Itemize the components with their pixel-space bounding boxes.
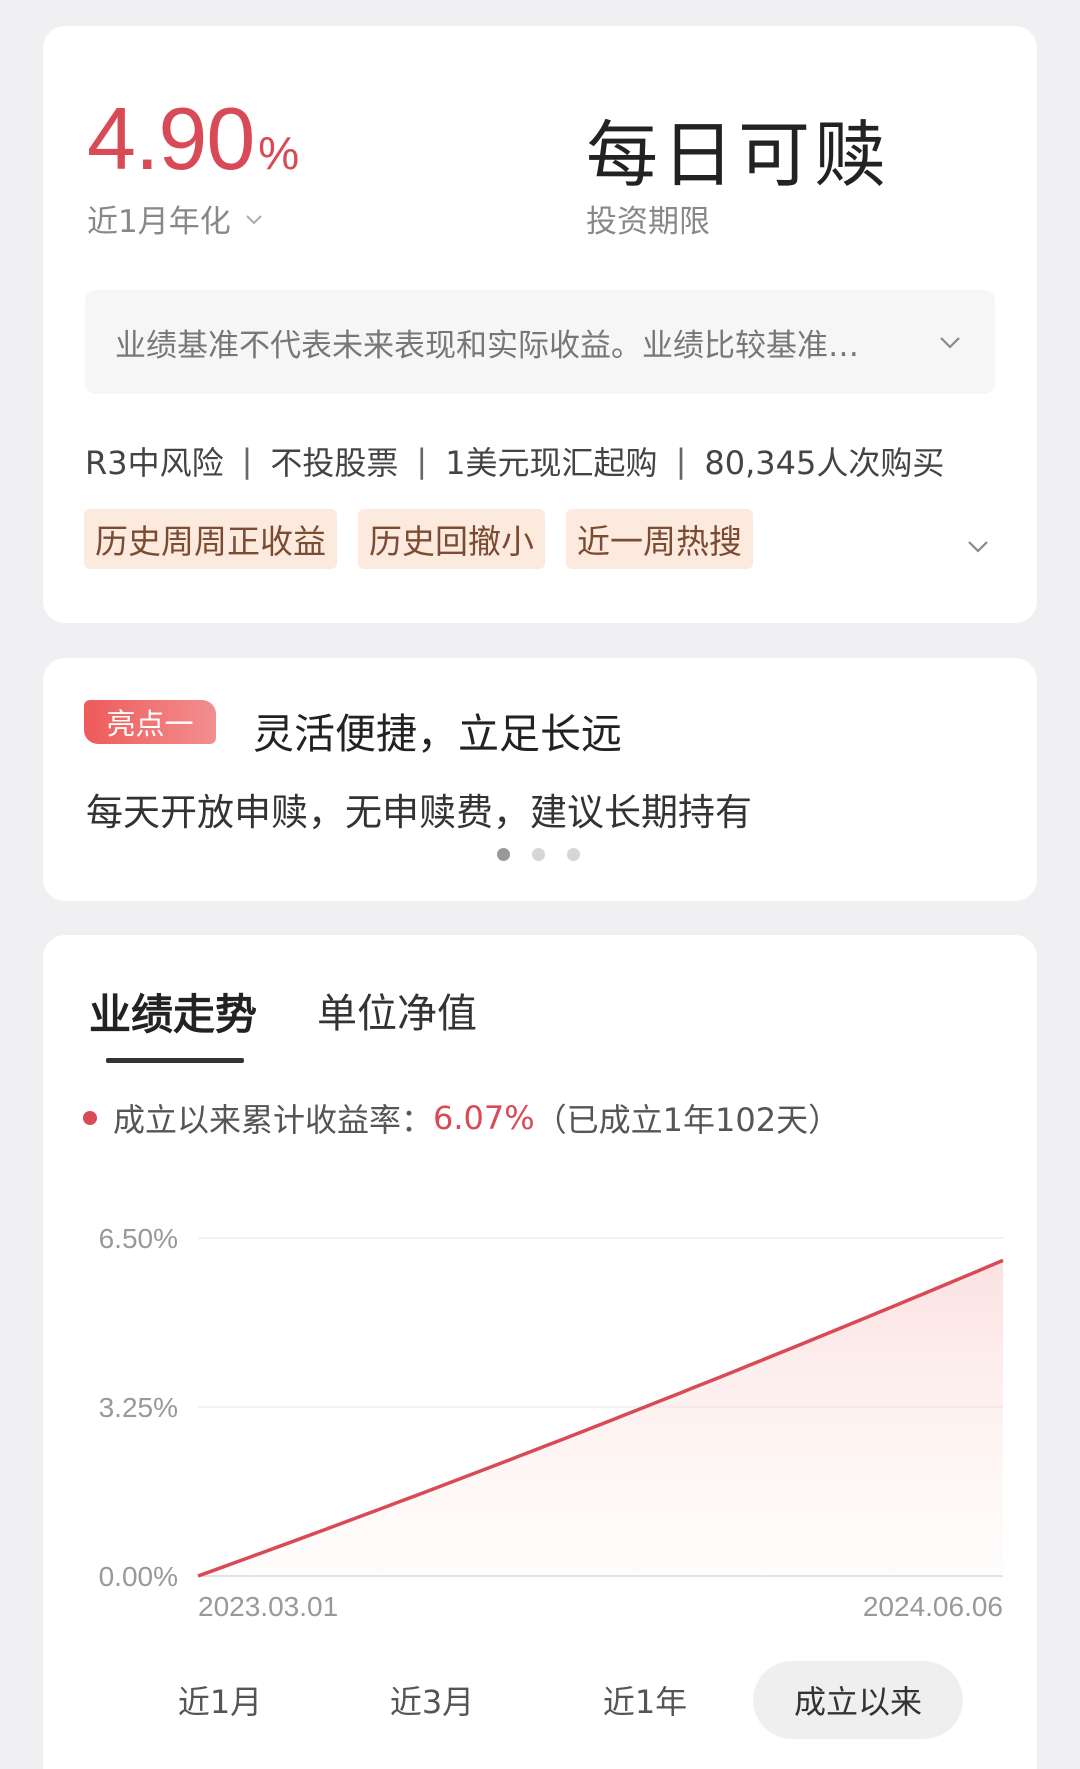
- feature-tag: 近一周热搜: [566, 509, 753, 569]
- meta-separator: |: [416, 442, 428, 480]
- purchase-count-label: 80,345人次购买: [704, 444, 945, 482]
- highlight-title: 灵活便捷，立足长远: [253, 710, 622, 758]
- chevron-down-icon: [246, 214, 262, 224]
- investment-term-value: 每日可赎: [586, 113, 891, 197]
- y-tick-label: 3.25%: [99, 1392, 178, 1423]
- carousel-pagination: [497, 848, 580, 861]
- highlight-description: 每天开放申赎，无申赎费，建议长期持有: [86, 791, 752, 834]
- annualized-rate: 4.90%: [87, 88, 299, 190]
- highlight-carousel-card[interactable]: 亮点一 灵活便捷，立足长远 每天开放申赎，无申赎费，建议长期持有: [43, 658, 1037, 901]
- highlight-badge: 亮点一: [84, 700, 216, 744]
- series-area: [198, 1260, 1003, 1576]
- min-purchase-label: 1美元现汇起购: [445, 444, 658, 482]
- disclaimer-text: 业绩基准不代表未来表现和实际收益。业绩比较基准…: [115, 327, 859, 364]
- cumulative-return-legend: 成立以来累计收益率： 6.07% （已成立1年102天）: [83, 1095, 840, 1141]
- tab-unit-nav[interactable]: 单位净值: [317, 981, 477, 1039]
- expand-tags-chevron-icon[interactable]: [963, 531, 993, 561]
- chevron-down-icon: [940, 337, 960, 349]
- rate-unit: %: [258, 127, 300, 179]
- x-tick-label: 2024.06.06: [863, 1591, 1003, 1622]
- y-tick-label: 0.00%: [99, 1561, 178, 1592]
- tab-performance-trend[interactable]: 业绩走势: [89, 981, 257, 1042]
- range-option[interactable]: 近1月: [155, 1661, 285, 1739]
- carousel-dot[interactable]: [567, 848, 580, 861]
- range-option[interactable]: 近3月: [367, 1661, 497, 1739]
- range-option[interactable]: 成立以来: [753, 1661, 963, 1739]
- product-meta-row: R3中风险 | 不投股票 | 1美元现汇起购 | 80,345人次购买: [85, 438, 944, 484]
- x-tick-label: 2023.03.01: [198, 1591, 338, 1622]
- rate-value: 4.90: [87, 89, 255, 188]
- product-summary-card: 4.90% 近1月年化 每日可赎 投资期限 业绩基准不代表未来表现和实际收益。业…: [43, 26, 1037, 623]
- legend-dot-icon: [83, 1111, 97, 1125]
- no-stock-label: 不投股票: [270, 444, 399, 482]
- meta-separator: |: [675, 442, 687, 480]
- legend-suffix: （已成立1年102天）: [534, 1101, 841, 1139]
- legend-label: 成立以来累计收益率：: [113, 1101, 434, 1139]
- disclaimer-notice[interactable]: 业绩基准不代表未来表现和实际收益。业绩比较基准…: [85, 290, 995, 394]
- time-range-selector: 近1月 近3月 近1年 成立以来: [43, 1661, 1037, 1739]
- carousel-dot[interactable]: [532, 848, 545, 861]
- rate-period-label: 近1月年化: [87, 204, 231, 240]
- active-tab-indicator: [106, 1058, 244, 1063]
- performance-card: 业绩走势 单位净值 成立以来累计收益率： 6.07% （已成立1年102天） 0…: [43, 935, 1037, 1769]
- feature-tags: 历史周周正收益 历史回撤小 近一周热搜: [84, 509, 753, 569]
- range-option[interactable]: 近1年: [580, 1661, 710, 1739]
- legend-value: 6.07%: [433, 1099, 535, 1137]
- risk-level: R3中风险: [85, 444, 224, 482]
- y-tick-label: 6.50%: [99, 1223, 178, 1254]
- meta-separator: |: [241, 442, 253, 480]
- feature-tag: 历史回撤小: [358, 509, 545, 569]
- investment-term-label: 投资期限: [586, 204, 710, 240]
- carousel-dot[interactable]: [497, 848, 510, 861]
- performance-chart: 0.00% 3.25% 6.50% 2023.03.01 2024.06.06: [99, 1223, 1004, 1622]
- feature-tag: 历史周周正收益: [84, 509, 337, 569]
- rate-period-dropdown[interactable]: 近1月年化: [87, 196, 265, 241]
